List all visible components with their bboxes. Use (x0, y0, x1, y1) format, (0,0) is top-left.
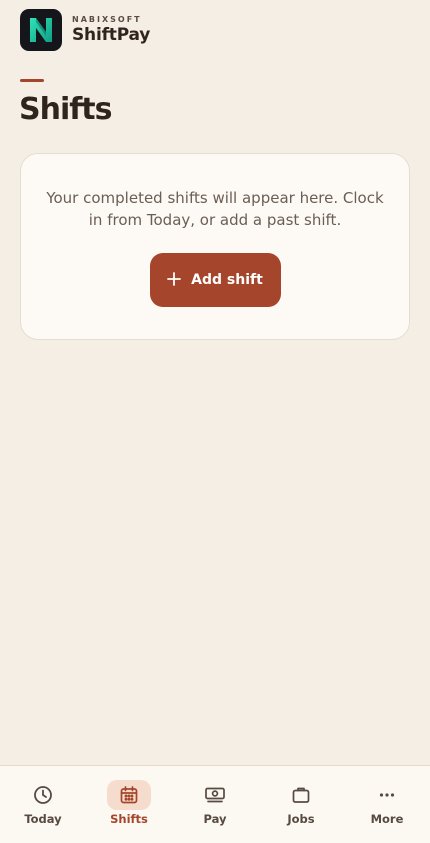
nav-item-today[interactable]: Today (5, 780, 81, 826)
briefcase-icon (279, 780, 323, 810)
nav-item-pay[interactable]: Pay (177, 780, 253, 826)
brand-product: ShiftPay (72, 25, 151, 45)
nav-label-today: Today (24, 812, 62, 826)
more-dots-icon (365, 780, 409, 810)
letter-n-logo-icon (20, 9, 62, 51)
empty-state-card: Your completed shifts will appear here. … (20, 153, 410, 340)
brand-text: NABIXSOFT ShiftPay (72, 16, 150, 44)
nav-label-more: More (370, 812, 404, 826)
nav-item-jobs[interactable]: Jobs (263, 780, 339, 826)
nav-label-shifts: Shifts (110, 812, 148, 826)
title-accent-bar (20, 79, 44, 82)
nav-label-pay: Pay (203, 812, 227, 826)
add-shift-button[interactable]: Add shift (149, 253, 281, 307)
empty-state-message: Your completed shifts will appear here. … (46, 189, 384, 229)
nav-label-jobs: Jobs (287, 812, 315, 826)
add-shift-label: Add shift (191, 272, 263, 288)
nav-item-more[interactable]: More (349, 780, 425, 826)
brand-header[interactable]: NABIXSOFT ShiftPay (20, 9, 150, 51)
banknote-icon (193, 780, 237, 810)
nav-item-shifts[interactable]: Shifts (91, 780, 167, 826)
clock-icon (21, 780, 65, 810)
app-screen: NABIXSOFT ShiftPay Shifts Your completed… (0, 0, 430, 843)
page-title: Shifts (19, 92, 112, 127)
calendar-icon (107, 780, 151, 810)
plus-icon (167, 272, 182, 286)
brand-company: NABIXSOFT (72, 15, 142, 24)
bottom-navigation: Today Shifts Pay Jobs More (0, 765, 430, 843)
